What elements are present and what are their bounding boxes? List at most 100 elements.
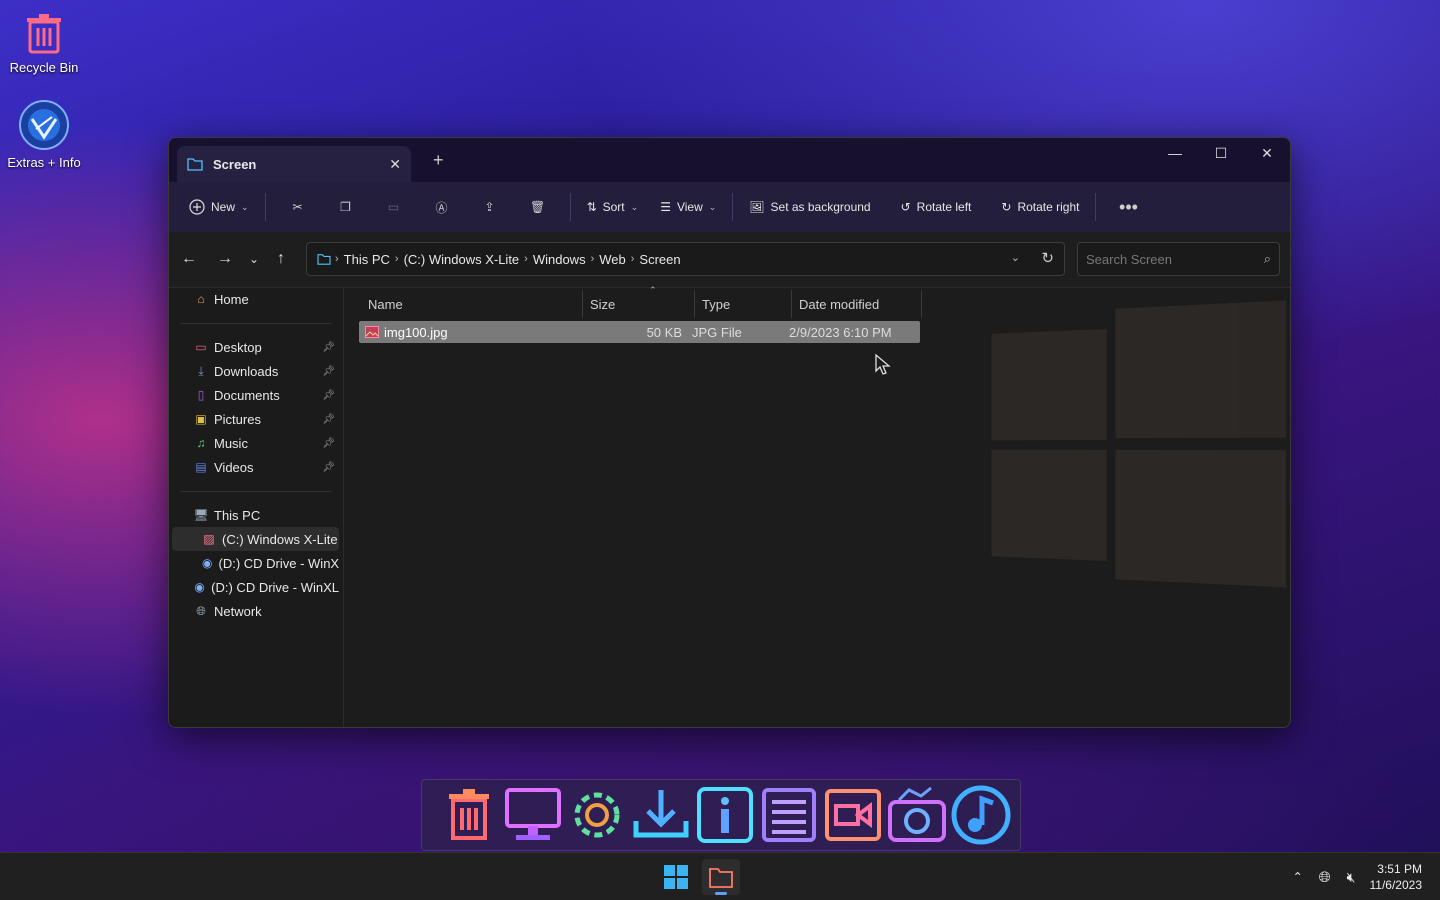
dock-recycle-bin[interactable] <box>438 784 499 846</box>
volume-muted-icon[interactable]: 🔇︎ <box>1347 869 1356 886</box>
file-row[interactable]: img100.jpg 50 KB JPG File 2/9/2023 6:10 … <box>359 321 920 343</box>
nav-divider <box>180 323 332 324</box>
rotate-right-button[interactable]: ↻ Rotate right <box>993 194 1087 220</box>
pin-icon[interactable]: 📌︎ <box>322 366 335 377</box>
column-header-name[interactable]: Name <box>361 290 583 318</box>
desktop-icon-recycle-bin[interactable]: Recycle Bin <box>0 12 88 75</box>
sidebar-item-downloads[interactable]: ⤓ Downloads 📌︎ <box>172 359 339 383</box>
breadcrumb-separator-icon: › <box>524 253 528 265</box>
share-icon[interactable]: ⇪ <box>475 192 505 222</box>
pin-icon[interactable]: 📌︎ <box>322 438 335 449</box>
maximize-icon[interactable]: ☐ <box>1198 138 1244 168</box>
breadcrumb-web[interactable]: Web <box>599 252 626 267</box>
recent-locations-chevron-icon[interactable]: ⌄ <box>249 252 259 266</box>
paste-icon[interactable]: ▭ <box>379 192 409 222</box>
clock-time: 3:51 PM <box>1377 862 1422 876</box>
up-arrow-icon[interactable]: ↑ <box>277 250 285 268</box>
column-date-label: Date modified <box>799 297 880 312</box>
column-header-date-modified[interactable]: Date modified <box>792 290 922 318</box>
column-headers: ⌃ Name Size Type Date modified <box>361 285 922 320</box>
rotate-left-label: Rotate left <box>916 200 972 214</box>
recycle-bin-icon <box>27 14 61 54</box>
back-arrow-icon[interactable]: ← <box>181 250 197 268</box>
file-type: JPG File <box>692 324 742 340</box>
nav-divider <box>180 491 332 492</box>
dock-settings[interactable] <box>566 784 627 846</box>
home-icon: ⌂ <box>197 292 205 306</box>
dock-downloads[interactable] <box>630 784 691 846</box>
breadcrumb-this-pc[interactable]: This PC <box>344 252 390 267</box>
breadcrumb-separator-icon: › <box>335 253 339 265</box>
search-input[interactable] <box>1086 251 1256 267</box>
close-tab-icon[interactable]: ✕ <box>389 156 401 173</box>
clock[interactable]: 3:51 PM 11/6/2023 <box>1370 861 1423 893</box>
sidebar-item-pictures[interactable]: ▣ Pictures 📌︎ <box>172 407 339 431</box>
dock-music[interactable] <box>950 784 1011 846</box>
breadcrumb-screen[interactable]: Screen <box>639 252 680 267</box>
new-button[interactable]: New ⌄ <box>181 193 257 221</box>
breadcrumb-c-drive[interactable]: (C:) Windows X-Lite <box>404 252 520 267</box>
refresh-icon[interactable]: ↻ <box>1041 249 1054 267</box>
cut-icon[interactable]: ✂ <box>283 192 313 222</box>
pin-icon[interactable]: 📌︎ <box>322 462 335 473</box>
show-hidden-icons-chevron-icon[interactable]: ⌃ <box>1293 870 1303 884</box>
network-globe-icon[interactable]: 🌐︎ <box>1319 869 1331 886</box>
sidebar-item-c-drive[interactable]: ▨ (C:) Windows X-Lite <box>172 527 339 551</box>
set-background-icon: 🖼︎ <box>749 200 765 214</box>
address-bar[interactable]: › This PC › (C:) Windows X-Lite › Window… <box>306 242 1065 276</box>
view-label: View <box>676 200 703 214</box>
download-icon <box>633 790 688 838</box>
close-window-icon[interactable]: ✕ <box>1244 138 1290 168</box>
pin-icon[interactable]: 📌︎ <box>322 390 335 401</box>
new-tab-button[interactable]: + <box>433 150 444 171</box>
more-options-icon[interactable]: ••• <box>1113 192 1143 222</box>
search-box[interactable]: ⌕ <box>1077 242 1280 276</box>
dock-camera[interactable] <box>886 784 947 846</box>
taskbar-file-explorer[interactable] <box>702 859 740 895</box>
search-icon[interactable]: ⌕ <box>1264 251 1271 267</box>
sidebar-item-d-drive-sub[interactable]: ◉ (D:) CD Drive - WinX <box>172 551 339 575</box>
dock-documents[interactable] <box>758 784 819 846</box>
sidebar-item-network[interactable]: 🌐︎ Network <box>172 599 339 623</box>
address-dropdown-icon[interactable]: ⌄ <box>1011 251 1020 264</box>
music-icon <box>951 785 1010 845</box>
dock-video[interactable] <box>822 784 883 846</box>
dock-monitor[interactable] <box>502 784 563 846</box>
music-icon: ♫ <box>196 436 206 450</box>
pin-icon[interactable]: 📌︎ <box>322 342 335 353</box>
minimize-icon[interactable]: — <box>1152 138 1198 168</box>
sidebar-item-music[interactable]: ♫ Music 📌︎ <box>172 431 339 455</box>
sidebar-item-home[interactable]: ⌂ Home <box>172 287 339 311</box>
sort-button[interactable]: ⇅ Sort ⌄ <box>579 194 647 220</box>
sidebar-item-documents[interactable]: ▯ Documents 📌︎ <box>172 383 339 407</box>
sidebar-item-desktop[interactable]: ▭ Desktop 📌︎ <box>172 335 339 359</box>
column-header-size[interactable]: Size <box>583 290 695 318</box>
copy-icon[interactable]: ❐ <box>331 192 361 222</box>
pin-icon[interactable]: 📌︎ <box>322 414 335 425</box>
command-bar: New ⌄ ✂ ❐ ▭ Ⓐ ⇪ 🗑︎ ⇅ Sort ⌄ ☰ View ⌄ 🖼︎ … <box>169 182 1290 232</box>
videos-icon: ▤ <box>195 460 207 474</box>
folder-icon <box>709 868 733 888</box>
sort-icon: ⇅ <box>586 200 597 214</box>
column-header-type[interactable]: Type <box>695 290 792 318</box>
breadcrumb-separator-icon: › <box>630 253 635 265</box>
rotate-left-button[interactable]: ↺ Rotate left <box>893 194 980 220</box>
pictures-label: Pictures <box>214 411 261 427</box>
sidebar-item-this-pc[interactable]: 🖥︎ This PC <box>172 503 339 527</box>
tab-screen[interactable]: Screen ✕ <box>177 146 411 182</box>
forward-arrow-icon[interactable]: → <box>217 250 233 268</box>
clock-date: 11/6/2023 <box>1369 878 1423 892</box>
home-label: Home <box>214 291 249 307</box>
dock-info[interactable] <box>694 784 755 846</box>
sidebar-item-videos[interactable]: ▤ Videos 📌︎ <box>172 455 339 479</box>
camera-icon <box>887 786 946 842</box>
desktop-icon-extras-info[interactable]: Extras + Info <box>0 99 88 170</box>
cd-drive-icon: ◉ <box>194 580 205 594</box>
windows-start-icon[interactable] <box>664 865 688 889</box>
breadcrumb-windows[interactable]: Windows <box>533 252 586 267</box>
rename-icon[interactable]: Ⓐ <box>427 192 457 222</box>
view-button[interactable]: ☰ View ⌄ <box>652 194 724 220</box>
set-as-background-button[interactable]: 🖼︎ Set as background <box>741 194 878 220</box>
sidebar-item-d-drive[interactable]: ◉ (D:) CD Drive - WinXL <box>172 575 339 599</box>
delete-icon[interactable]: 🗑︎ <box>523 192 553 222</box>
